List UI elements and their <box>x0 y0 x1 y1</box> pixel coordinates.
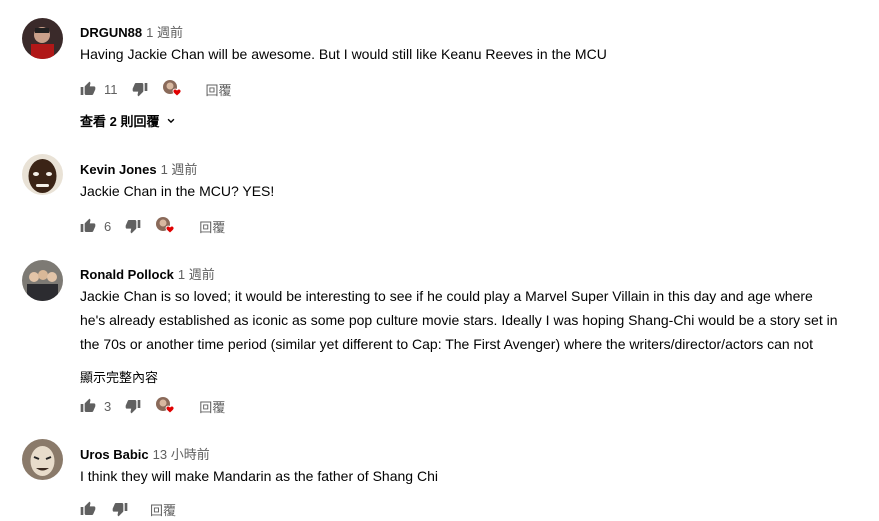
like-button[interactable] <box>80 398 96 414</box>
like-count: 3 <box>104 398 112 414</box>
thumb-down-icon <box>112 501 128 517</box>
author-name[interactable]: Uros Babic <box>80 447 149 462</box>
reply-button[interactable]: 回覆 <box>206 80 232 99</box>
creator-heart-icon <box>156 217 175 234</box>
thumb-down-icon <box>132 81 148 97</box>
author-name[interactable]: Kevin Jones <box>80 162 157 177</box>
comment-timestamp[interactable]: 1 週前 <box>146 25 183 40</box>
avatar-image <box>22 439 63 480</box>
comment-timestamp[interactable]: 1 週前 <box>178 267 215 282</box>
comment-text: Jackie Chan in the MCU? YES! <box>80 183 275 199</box>
dislike-button[interactable] <box>132 81 148 97</box>
thumb-down-icon <box>125 218 141 234</box>
thumb-up-icon <box>80 81 96 97</box>
comment-timestamp[interactable]: 1 週前 <box>161 162 198 177</box>
dislike-button[interactable] <box>125 398 141 414</box>
reply-button[interactable]: 回覆 <box>150 500 176 519</box>
thumb-up-icon <box>80 218 96 234</box>
comment-author[interactable]: Ronald Pollock 1 週前 <box>80 264 215 283</box>
avatar[interactable] <box>22 439 63 480</box>
avatar-image <box>22 154 63 195</box>
show-more-button[interactable]: 顯示完整內容 <box>80 367 159 386</box>
avatar[interactable] <box>22 260 63 301</box>
like-button[interactable] <box>80 81 96 97</box>
comment-author[interactable]: Kevin Jones 1 週前 <box>80 159 197 178</box>
dislike-button[interactable] <box>112 501 128 517</box>
avatar-image <box>22 18 63 59</box>
thumb-down-icon <box>125 398 141 414</box>
like-count: 6 <box>104 218 112 234</box>
view-replies-label: 查看 2 則回覆 <box>80 114 160 129</box>
creator-heart-icon <box>162 80 181 97</box>
dislike-button[interactable] <box>125 218 141 234</box>
thumb-up-icon <box>80 398 96 414</box>
author-name[interactable]: DRGUN88 <box>80 25 142 40</box>
comment-author[interactable]: DRGUN88 1 週前 <box>80 22 183 41</box>
like-button[interactable] <box>80 218 96 234</box>
reply-button[interactable]: 回覆 <box>199 397 225 416</box>
avatar[interactable] <box>22 18 63 59</box>
view-replies-button[interactable]: 查看 2 則回覆 <box>80 111 178 130</box>
avatar-image <box>22 260 63 301</box>
comment-actions: 回覆 <box>80 499 176 519</box>
comment-author[interactable]: Uros Babic 13 小時前 <box>80 444 210 463</box>
thumb-up-icon <box>80 501 96 517</box>
like-count: 11 <box>104 81 118 97</box>
creator-heart-icon <box>156 397 175 414</box>
comment-actions: 3 回覆 <box>80 396 225 416</box>
comment-actions: 11 回覆 <box>80 79 232 99</box>
comment-text: Having Jackie Chan will be awesome. But … <box>80 46 607 62</box>
comment-text: Jackie Chan is so loved; it would be int… <box>80 288 838 362</box>
reply-button[interactable]: 回覆 <box>199 217 225 236</box>
creator-heart-badge[interactable] <box>155 396 177 416</box>
chevron-down-icon <box>168 118 175 123</box>
avatar[interactable] <box>22 154 63 195</box>
creator-heart-badge[interactable] <box>162 79 184 99</box>
creator-heart-badge[interactable] <box>155 216 177 236</box>
comment-text-container: Jackie Chan is so loved; it would be int… <box>80 284 840 362</box>
like-button[interactable] <box>80 501 96 517</box>
comment-text: I think they will make Mandarin as the f… <box>80 468 438 484</box>
comment-timestamp[interactable]: 13 小時前 <box>153 447 210 462</box>
comment-actions: 6 回覆 <box>80 216 225 236</box>
author-name[interactable]: Ronald Pollock <box>80 267 174 282</box>
